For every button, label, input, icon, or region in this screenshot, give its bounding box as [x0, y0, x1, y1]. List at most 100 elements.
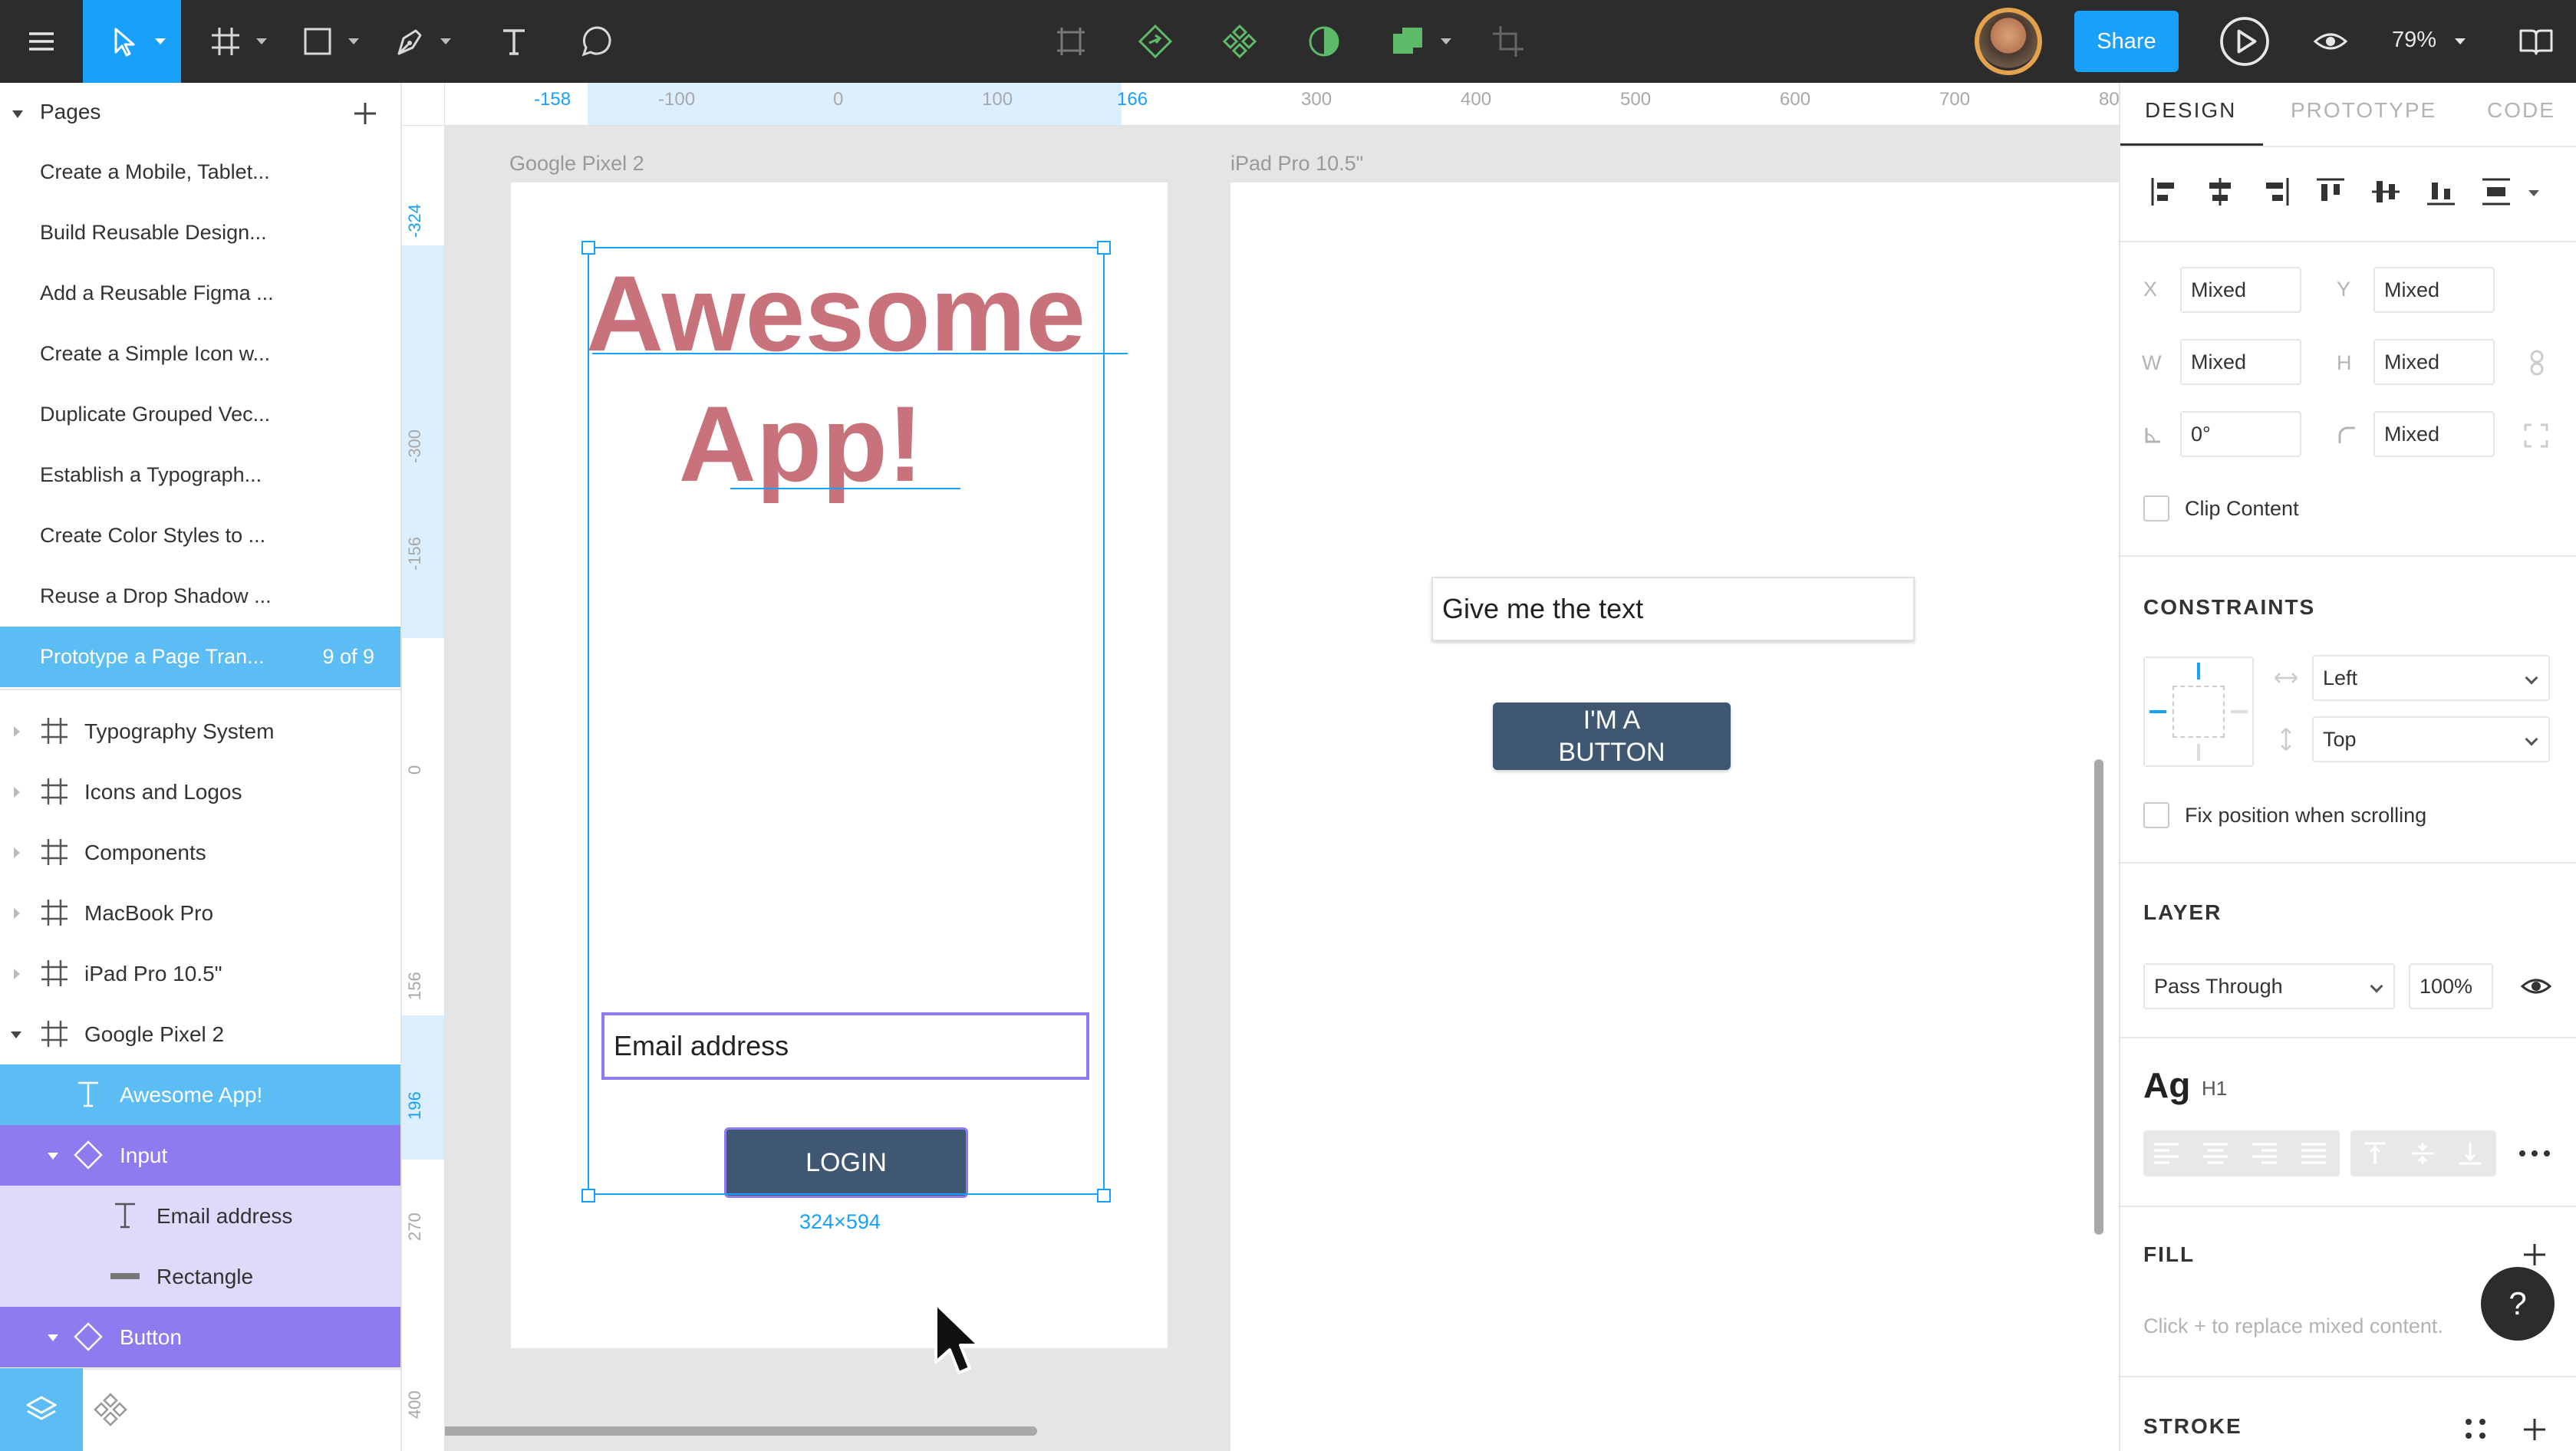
page-item[interactable]: Establish a Typograph... — [0, 445, 400, 505]
constrain-proportions-icon[interactable] — [2525, 350, 2548, 376]
resize-handle[interactable] — [581, 241, 595, 255]
library-book-icon[interactable] — [2498, 0, 2574, 83]
blend-mode-select[interactable]: Pass Through — [2143, 963, 2395, 1009]
share-button[interactable]: Share — [2074, 11, 2179, 72]
mask-icon[interactable] — [1286, 0, 1362, 83]
page-item[interactable]: Create a Mobile, Tablet... — [0, 142, 400, 202]
layer-text-awesome-app[interactable]: Awesome App! — [0, 1064, 400, 1125]
caret-down-icon[interactable] — [48, 1153, 58, 1160]
y-field[interactable]: Mixed — [2373, 267, 2495, 313]
text-align-top-icon[interactable] — [2361, 1141, 2389, 1166]
crop-icon[interactable] — [1470, 0, 1547, 83]
constraint-left-indicator[interactable] — [2149, 710, 2166, 713]
im-a-button[interactable]: I'M A BUTTON — [1493, 702, 1731, 770]
align-top-icon[interactable] — [2314, 175, 2347, 209]
text-align-right-icon[interactable] — [2251, 1141, 2278, 1166]
help-button[interactable]: ? — [2481, 1267, 2555, 1341]
frame-label[interactable]: Google Pixel 2 — [509, 152, 644, 176]
page-item[interactable]: Create Color Styles to ... — [0, 505, 400, 566]
layer-frame-typography-system[interactable]: Typography System — [0, 701, 400, 762]
visibility-eye-icon[interactable] — [2521, 972, 2551, 1000]
chevron-down-icon[interactable] — [256, 38, 267, 44]
vertical-scrollbar[interactable] — [2094, 759, 2103, 1235]
reset-instance-icon[interactable] — [1117, 0, 1194, 83]
h-field[interactable]: Mixed — [2373, 339, 2495, 385]
zoom-level[interactable]: 79% — [2392, 28, 2436, 55]
tab-prototype[interactable]: PROTOTYPE — [2291, 98, 2436, 123]
opacity-field[interactable]: 100% — [2409, 963, 2493, 1009]
layer-frame-google-pixel-2[interactable]: Google Pixel 2 — [0, 1004, 400, 1064]
align-right-icon[interactable] — [2258, 175, 2292, 209]
move-tool-icon[interactable] — [83, 0, 181, 83]
menu-icon[interactable] — [0, 0, 83, 83]
align-center-horizontal-icon[interactable] — [2203, 175, 2237, 209]
layer-frame-ipad-pro[interactable]: iPad Pro 10.5" — [0, 943, 400, 1004]
layer-text-email-address[interactable]: Email address — [0, 1186, 400, 1246]
rectangle-tool-icon[interactable] — [288, 0, 365, 83]
pen-tool-icon[interactable] — [380, 0, 457, 83]
distribute-icon[interactable] — [2479, 175, 2513, 209]
text-align-bottom-icon[interactable] — [2456, 1141, 2484, 1166]
add-fill-icon[interactable] — [2519, 1239, 2550, 1270]
constraints-widget[interactable] — [2143, 656, 2254, 767]
frame-label[interactable]: iPad Pro 10.5" — [1230, 152, 1363, 176]
caret-down-icon[interactable] — [48, 1334, 58, 1341]
layer-frame-icons-and-logos[interactable]: Icons and Logos — [0, 762, 400, 822]
tab-design[interactable]: DESIGN — [2145, 98, 2236, 123]
create-component-icon[interactable] — [1201, 0, 1278, 83]
page-item[interactable]: Reuse a Drop Shadow ... — [0, 566, 400, 627]
frame-tool-icon[interactable] — [196, 0, 273, 83]
chevron-down-icon[interactable] — [440, 38, 451, 44]
resize-handle[interactable] — [1097, 241, 1111, 255]
horizontal-scrollbar[interactable] — [445, 1426, 1037, 1436]
more-options-icon[interactable] — [2518, 1146, 2551, 1161]
constraint-right-indicator[interactable] — [2231, 710, 2248, 713]
align-bottom-icon[interactable] — [2424, 175, 2458, 209]
page-item[interactable]: Add a Reusable Figma ... — [0, 263, 400, 324]
layer-frame-components[interactable]: Components — [0, 822, 400, 883]
text-align-left-icon[interactable] — [2153, 1141, 2180, 1166]
tab-code[interactable]: CODE — [2487, 98, 2555, 123]
page-item[interactable]: Build Reusable Design... — [0, 202, 400, 263]
clip-content-checkbox[interactable] — [2143, 495, 2169, 522]
chevron-down-icon[interactable] — [1441, 38, 1451, 44]
text-align-justify-icon[interactable] — [2300, 1141, 2327, 1166]
align-left-icon[interactable] — [2148, 175, 2182, 209]
constraint-top-indicator[interactable] — [2197, 663, 2200, 679]
align-center-vertical-icon[interactable] — [2369, 175, 2403, 209]
constraint-bottom-indicator[interactable] — [2197, 744, 2200, 761]
fix-position-checkbox[interactable] — [2143, 802, 2169, 828]
caret-right-icon[interactable] — [14, 969, 20, 979]
layer-instance-input[interactable]: Input — [0, 1125, 400, 1186]
chevron-down-icon[interactable] — [2455, 38, 2466, 44]
page-item[interactable]: Duplicate Grouped Vec... — [0, 384, 400, 445]
independent-corners-icon[interactable] — [2524, 423, 2548, 448]
text-tool-icon[interactable] — [476, 0, 552, 83]
page-item-active[interactable]: Prototype a Page Tran... 9 of 9 — [0, 627, 400, 687]
constraint-vertical-select[interactable]: Top — [2312, 716, 2550, 762]
view-icon[interactable] — [2292, 0, 2369, 83]
layer-instance-button[interactable]: Button — [0, 1307, 400, 1367]
add-page-icon[interactable] — [350, 98, 380, 129]
add-stroke-icon[interactable] — [2519, 1414, 2550, 1445]
layer-frame-macbook-pro[interactable]: MacBook Pro — [0, 883, 400, 943]
boolean-union-icon[interactable] — [1370, 0, 1462, 83]
constraint-horizontal-select[interactable]: Left — [2312, 655, 2550, 701]
component-frame-icon[interactable] — [1033, 0, 1109, 83]
caret-down-icon[interactable] — [11, 1031, 21, 1038]
chevron-down-icon[interactable] — [2528, 190, 2539, 196]
resize-handle[interactable] — [1097, 1189, 1111, 1203]
components-tab-icon[interactable] — [92, 1391, 129, 1428]
text-style-name[interactable]: H1 — [2202, 1077, 2227, 1101]
caret-right-icon[interactable] — [14, 908, 20, 919]
w-field[interactable]: Mixed — [2180, 339, 2301, 385]
corner-radius-field[interactable]: Mixed — [2373, 411, 2495, 457]
style-grid-icon[interactable] — [2462, 1416, 2489, 1442]
page-item[interactable]: Create a Simple Icon w... — [0, 324, 400, 384]
text-input[interactable]: Give me the text — [1431, 577, 1915, 641]
rotation-field[interactable]: 0° — [2180, 411, 2301, 457]
caret-right-icon[interactable] — [14, 726, 20, 737]
comment-tool-icon[interactable] — [558, 0, 635, 83]
present-icon[interactable] — [2206, 0, 2283, 83]
frame-ipad-pro[interactable] — [1230, 183, 2119, 1451]
